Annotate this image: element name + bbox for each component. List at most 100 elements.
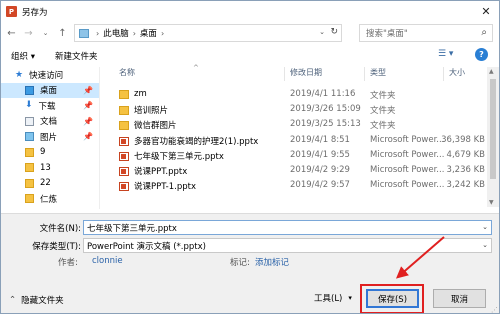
- file-size: 4,679 KB: [446, 150, 485, 160]
- up-button[interactable]: ↑: [56, 25, 69, 41]
- file-name: 七年级下第三单元.pptx: [134, 152, 224, 162]
- sidebar-divider: [99, 67, 100, 209]
- resize-grip-icon[interactable]: ⋰: [491, 306, 498, 313]
- column-divider[interactable]: [364, 67, 365, 81]
- file-row-zm[interactable]: zm 2019/4/1 11:16 文件夹: [109, 87, 485, 102]
- sidebar-item-pictures[interactable]: 图片 📌: [1, 129, 99, 145]
- scrollbar-thumb[interactable]: [490, 79, 496, 179]
- navigation-pane[interactable]: ★ 快速访问 桌面 📌 ⬇ 下载 📌 文档 📌 图片 📌 9 13 22 仁炼: [1, 67, 99, 209]
- file-type: 文件夹: [370, 106, 396, 116]
- forward-button[interactable]: →: [22, 25, 35, 41]
- address-dropdown-icon[interactable]: ⌄: [319, 28, 325, 36]
- folder-icon: [25, 147, 34, 157]
- breadcrumb-separator[interactable]: ›: [161, 29, 164, 38]
- sidebar-item-folder-9[interactable]: 9: [1, 145, 99, 161]
- sidebar-item-desktop[interactable]: 桌面 📌: [1, 82, 99, 98]
- chevron-down-icon[interactable]: ⌄: [482, 241, 488, 249]
- back-button[interactable]: ←: [5, 25, 18, 41]
- recent-locations-dropdown[interactable]: ⌄: [39, 25, 52, 41]
- file-name: zm: [134, 89, 147, 99]
- desktop-icon: [25, 85, 34, 95]
- window-title: 另存为: [22, 7, 48, 18]
- close-button[interactable]: ✕: [473, 1, 499, 22]
- sidebar-item-label: 13: [40, 162, 51, 173]
- scroll-down-icon[interactable]: ▼: [489, 199, 494, 206]
- file-date: 2019/3/25 15:13: [290, 119, 361, 129]
- view-options-button[interactable]: ☰ ▾: [438, 49, 453, 59]
- hide-folders-button[interactable]: ⌃ 隐藏文件夹: [9, 294, 64, 306]
- file-row-pptx[interactable]: 说课PPT-1.pptx 2019/4/2 9:57 Microsoft Pow…: [109, 178, 485, 193]
- file-type: 文件夹: [370, 121, 396, 131]
- file-row-pptx[interactable]: 七年级下第三单元.pptx 2019/4/1 9:55 Microsoft Po…: [109, 148, 485, 163]
- star-icon: ★: [15, 69, 24, 80]
- file-list[interactable]: 名称 ^ 修改日期 类型 大小 zm 2019/4/1 11:16 文件夹 培训…: [109, 64, 485, 207]
- file-date: 2019/4/2 9:57: [290, 180, 350, 190]
- file-name: 说课PPT-1.pptx: [134, 182, 196, 192]
- sidebar-item-label: 下载: [38, 101, 56, 112]
- sidebar-item-label: 22: [40, 178, 51, 189]
- sidebar-item-folder-partial[interactable]: 仁炼: [1, 191, 99, 207]
- file-row-pptx[interactable]: 多器官功能衰竭的护理2(1).pptx 2019/4/1 8:51 Micros…: [109, 133, 485, 148]
- filetype-select[interactable]: PowerPoint 演示文稿 (*.pptx) ⌄: [83, 238, 492, 253]
- file-size: 3,242 KB: [446, 180, 485, 190]
- refresh-icon[interactable]: ↻: [330, 27, 338, 37]
- file-size: 36,398 KB: [441, 135, 485, 145]
- sidebar-item-quick-access[interactable]: ★ 快速访问: [1, 67, 99, 83]
- search-icon[interactable]: ⌕: [481, 27, 487, 38]
- breadcrumb-this-pc[interactable]: 此电脑: [103, 27, 129, 39]
- file-type: 文件夹: [370, 91, 396, 101]
- search-input[interactable]: 搜索"桌面" ⌕: [359, 24, 493, 42]
- scroll-up-icon[interactable]: ▲: [489, 68, 494, 75]
- sidebar-item-downloads[interactable]: ⬇ 下载 📌: [1, 98, 99, 114]
- vertical-scrollbar[interactable]: ▲ ▼: [487, 67, 499, 207]
- breadcrumb-separator[interactable]: ›: [133, 29, 136, 38]
- column-header-date[interactable]: 修改日期: [290, 67, 322, 81]
- tools-menu-button[interactable]: 工具(L) ▾: [314, 292, 352, 304]
- organize-menu-button[interactable]: 组织 ▾: [11, 50, 35, 62]
- breadcrumb-desktop[interactable]: 桌面: [140, 27, 157, 39]
- author-field[interactable]: clonnie: [92, 256, 123, 266]
- folder-icon: [25, 163, 34, 173]
- file-name: 培训照片: [134, 106, 169, 116]
- address-bar[interactable]: › 此电脑 › 桌面 › ⌄ ↻: [74, 24, 342, 42]
- file-name: 多器官功能衰竭的护理2(1).pptx: [134, 137, 259, 147]
- tools-label: 工具(L): [314, 294, 343, 304]
- search-placeholder: 搜索"桌面": [366, 29, 408, 39]
- sidebar-item-label: 图片: [40, 132, 58, 143]
- file-name: 说课PPT.pptx: [134, 167, 188, 177]
- this-pc-icon: [79, 28, 89, 38]
- sidebar-item-folder-22[interactable]: 22: [1, 176, 99, 192]
- file-date: 2019/4/1 8:51: [290, 135, 350, 145]
- filename-input[interactable]: 七年级下第三单元.pptx ⌄: [83, 220, 492, 235]
- file-type: Microsoft Power...: [370, 180, 445, 190]
- tags-field[interactable]: 添加标记: [255, 256, 289, 268]
- sidebar-item-folder-13[interactable]: 13: [1, 160, 99, 176]
- column-header-type[interactable]: 类型: [370, 67, 386, 81]
- tags-label: 标记:: [230, 258, 250, 268]
- column-header-name[interactable]: 名称: [119, 67, 135, 81]
- file-row-training-photos[interactable]: 培训照片 2019/3/26 15:09 文件夹: [109, 102, 485, 117]
- file-row-pptx[interactable]: 说课PPT.pptx 2019/4/2 9:29 Microsoft Power…: [109, 163, 485, 178]
- sidebar-item-label: 仁炼: [40, 194, 58, 205]
- file-row-wechat-images[interactable]: 微信群图片 2019/3/25 15:13 文件夹: [109, 117, 485, 132]
- folder-icon: [25, 178, 34, 188]
- title-bar: P 另存为 ✕: [1, 1, 499, 22]
- file-type: Microsoft Power...: [370, 165, 445, 175]
- file-date: 2019/4/1 11:16: [290, 89, 356, 99]
- save-options-panel: 文件名(N): 七年级下第三单元.pptx ⌄ 保存类型(T): PowerPo…: [1, 213, 499, 313]
- sidebar-item-label: 文档: [40, 117, 58, 128]
- file-size: 3,236 KB: [446, 165, 485, 175]
- column-header-size[interactable]: 大小: [449, 67, 465, 81]
- save-button[interactable]: 保存(S): [366, 289, 419, 308]
- column-divider[interactable]: [443, 67, 444, 81]
- filetype-label: 保存类型(T):: [32, 242, 81, 252]
- cancel-button[interactable]: 取消: [433, 289, 486, 308]
- save-as-dialog: P 另存为 ✕ ← → ⌄ ↑ › 此电脑 › 桌面 › ⌄ ↻ 搜索"桌面" …: [0, 0, 500, 314]
- download-icon: ⬇: [25, 100, 33, 111]
- help-icon[interactable]: ?: [475, 48, 488, 61]
- breadcrumb-separator[interactable]: ›: [96, 29, 99, 38]
- chevron-down-icon[interactable]: ⌄: [482, 223, 488, 231]
- sidebar-item-documents[interactable]: 文档 📌: [1, 114, 99, 130]
- new-folder-button[interactable]: 新建文件夹: [55, 50, 98, 62]
- column-divider[interactable]: [284, 67, 285, 81]
